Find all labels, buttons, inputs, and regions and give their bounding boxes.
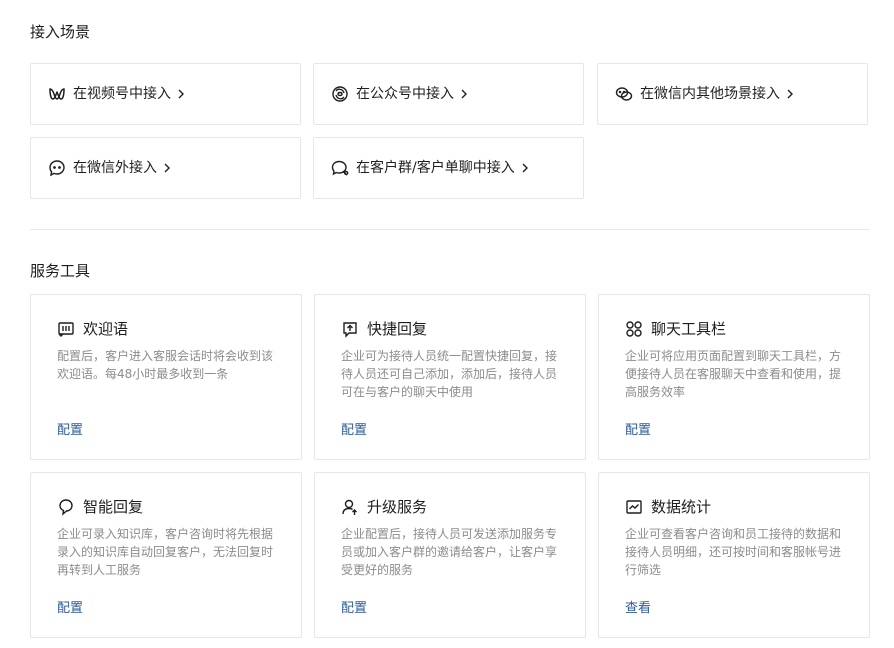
tool-card-title: 欢迎语 [83,320,129,338]
upgrade-service-icon [341,498,359,516]
configure-smart-reply-link[interactable]: 配置 [57,597,83,616]
tools-section-title: 服务工具 [30,262,91,280]
toolbar-grid-icon [625,320,643,338]
tool-card-upgrade-service: 升级服务 企业配置后，接待人员可发送添加服务专员或加入客户群的邀请给客户，让客户… [314,472,586,638]
welcome-message-icon [57,320,75,338]
access-card-label: 在客户群/客户单聊中接入 [356,160,515,176]
smart-reply-icon [57,498,75,516]
tool-card-chat-toolbar: 聊天工具栏 企业可将应用页面配置到聊天工具栏，方便接待人员在客服聊天中查看和使用… [598,294,870,460]
access-card-wechat-other[interactable]: 在微信内其他场景接入 [597,63,868,125]
tool-card-title: 数据统计 [651,498,712,516]
access-section-title: 接入场景 [30,23,91,41]
chevron-right-icon [521,163,531,173]
statistics-chart-icon [625,498,643,516]
section-divider [30,229,870,230]
access-card-official-account[interactable]: 在公众号中接入 [313,63,584,125]
tool-card-welcome: 欢迎语 配置后，客户进入客服会话时将会收到该欢迎语。每48小时最多收到一条 配置 [30,294,302,460]
chevron-right-icon [163,163,173,173]
tool-card-quick-reply: 快捷回复 企业可为接待人员统一配置快捷回复，接待人员还可自己添加，添加后，接待人… [314,294,586,460]
view-statistics-link[interactable]: 查看 [625,597,651,616]
channels-icon [48,85,66,103]
tool-card-description: 企业可录入知识库，客户咨询时将先根据录入的知识库自动回复客户，无法回复时再转到人… [57,527,274,577]
tool-card-description: 企业可将应用页面配置到聊天工具栏，方便接待人员在客服聊天中查看和使用，提高服务效… [625,349,842,399]
configure-upgrade-service-link[interactable]: 配置 [341,597,367,616]
access-card-label: 在微信外接入 [73,160,157,176]
tool-card-header: 升级服务 [341,497,427,517]
chevron-right-icon [786,89,796,99]
group-chat-icon [331,159,349,177]
chevron-right-icon [177,89,187,99]
access-card-outside-wechat[interactable]: 在微信外接入 [30,137,301,199]
access-card-label: 在微信内其他场景接入 [640,86,780,102]
access-card-label: 在公众号中接入 [356,86,454,102]
tool-card-title: 智能回复 [83,498,144,516]
access-card-label: 在视频号中接入 [73,86,171,102]
tool-card-description: 企业配置后，接待人员可发送添加服务专员或加入客户群的邀请给客户，让客户享受更好的… [341,527,558,577]
tool-card-smart-reply: 智能回复 企业可录入知识库，客户咨询时将先根据录入的知识库自动回复客户，无法回复… [30,472,302,638]
configure-chat-toolbar-link[interactable]: 配置 [625,419,651,438]
tool-card-title: 升级服务 [367,498,428,516]
tool-card-description: 配置后，客户进入客服会话时将会收到该欢迎语。每48小时最多收到一条 [57,349,274,381]
wechat-icon [615,85,633,103]
configure-quick-reply-link[interactable]: 配置 [341,419,367,438]
chat-bubble-icon [48,159,66,177]
tool-card-header: 快捷回复 [341,319,427,339]
access-card-channels[interactable]: 在视频号中接入 [30,63,301,125]
tool-card-header: 欢迎语 [57,319,128,339]
configure-welcome-link[interactable]: 配置 [57,419,83,438]
chevron-right-icon [460,89,470,99]
tool-card-title: 快捷回复 [367,320,428,338]
tool-card-header: 聊天工具栏 [625,319,726,339]
access-card-customer-group[interactable]: 在客户群/客户单聊中接入 [313,137,584,199]
tool-card-header: 智能回复 [57,497,143,517]
tool-card-description: 企业可为接待人员统一配置快捷回复，接待人员还可自己添加，添加后，接待人员可在与客… [341,349,558,399]
tool-card-title: 聊天工具栏 [651,320,727,338]
tool-card-header: 数据统计 [625,497,711,517]
official-account-icon [331,85,349,103]
customer-service-settings-page: 接入场景 在视频号中接入 在公众号中接入 在微信内其他场景接入 在微信外接入 在… [0,0,894,648]
tool-card-description: 企业可查看客户咨询和员工接待的数据和接待人员明细，还可按时间和客服帐号进行筛选 [625,527,842,577]
tool-card-statistics: 数据统计 企业可查看客户咨询和员工接待的数据和接待人员明细，还可按时间和客服帐号… [598,472,870,638]
quick-reply-icon [341,320,359,338]
